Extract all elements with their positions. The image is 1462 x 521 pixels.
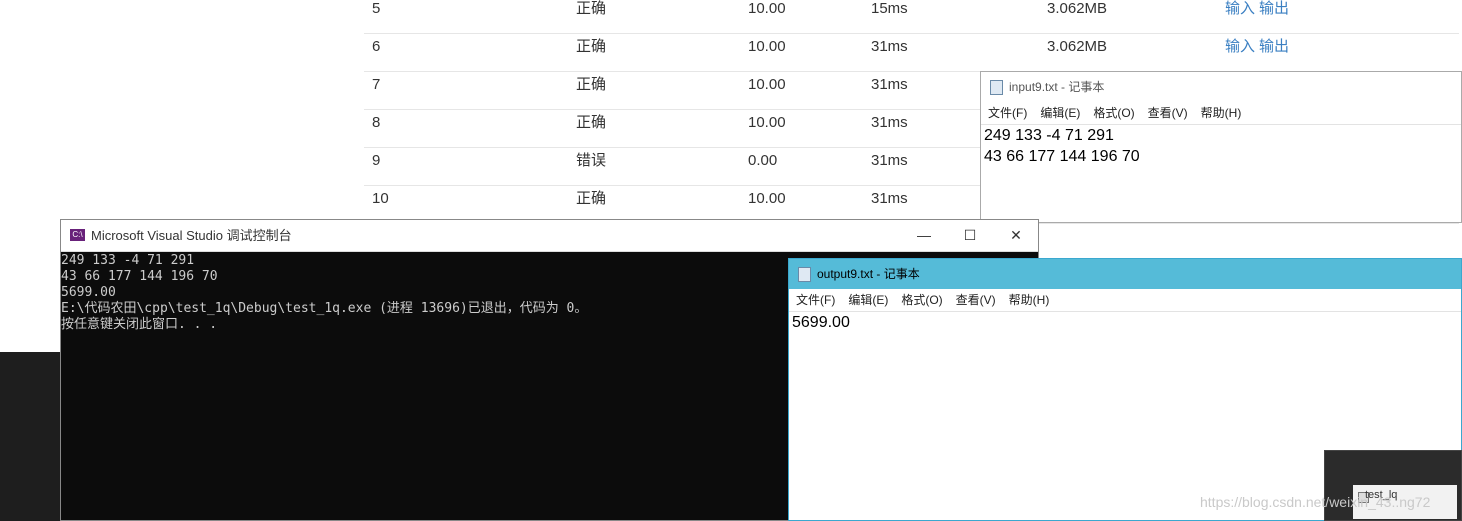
menu-file[interactable]: 文件(F)	[796, 293, 835, 307]
watermark-text: https://blog.csdn.net/weixin_43..ng72	[1200, 494, 1431, 510]
text-line: 5699.00	[792, 314, 850, 331]
notepad-input-window[interactable]: input9.txt - 记事本 文件(F) 编辑(E) 格式(O) 查看(V) 帮助(…	[980, 71, 1462, 223]
test-result: 正确	[576, 0, 607, 17]
input-link[interactable]: 输入	[1225, 0, 1255, 17]
close-button[interactable]: ✕	[993, 220, 1039, 251]
test-score: 10.00	[748, 114, 786, 131]
test-score: 10.00	[748, 38, 786, 55]
menu-edit[interactable]: 编辑(E)	[1040, 106, 1080, 120]
test-case-number: 6	[372, 38, 381, 55]
output-link[interactable]: 输出	[1259, 0, 1289, 17]
test-time: 31ms	[871, 152, 908, 169]
notepad-input-menubar: 文件(F) 编辑(E) 格式(O) 查看(V) 帮助(H)	[981, 102, 1461, 125]
menu-format[interactable]: 格式(O)	[1093, 106, 1134, 120]
console-app-icon: C:\	[70, 229, 85, 241]
menu-edit[interactable]: 编辑(E)	[848, 293, 888, 307]
test-memory: 3.062MB	[1047, 38, 1108, 55]
menu-format[interactable]: 格式(O)	[901, 293, 942, 307]
taskbar-thumbnail[interactable]: test_lq	[1324, 450, 1462, 521]
test-time: 15ms	[871, 0, 908, 17]
menu-help[interactable]: 帮助(H)	[1201, 106, 1242, 120]
test-score: 0.00	[748, 152, 778, 169]
notepad-input-text-area[interactable]: 249 133 -4 71 291 43 66 177 144 196 70	[981, 125, 1461, 167]
background-dark-area	[0, 352, 61, 521]
notepad-output-text-area[interactable]: 5699.00	[789, 312, 1461, 333]
menu-view[interactable]: 查看(V)	[1148, 106, 1188, 120]
test-case-number: 10	[372, 190, 389, 207]
notepad-input-titlebar[interactable]: input9.txt - 记事本	[981, 72, 1461, 102]
notepad-output-titlebar[interactable]: output9.txt - 记事本	[789, 259, 1461, 289]
notepad-output-title: output9.txt - 记事本	[817, 267, 920, 281]
test-result: 正确	[576, 114, 607, 131]
input-link[interactable]: 输入	[1225, 38, 1255, 55]
notepad-output-menubar: 文件(F) 编辑(E) 格式(O) 查看(V) 帮助(H)	[789, 289, 1461, 312]
test-case-number: 8	[372, 114, 381, 131]
output-link[interactable]: 输出	[1259, 38, 1289, 55]
table-row: 5 正确 10.00 15ms 3.062MB 输入 输出	[364, 0, 1459, 34]
test-result: 正确	[576, 190, 607, 207]
test-score: 10.00	[748, 190, 786, 207]
menu-help[interactable]: 帮助(H)	[1009, 293, 1050, 307]
test-time: 31ms	[871, 38, 908, 55]
text-line: 249 133 -4 71 291	[984, 127, 1114, 144]
test-result: 正确	[576, 38, 607, 55]
test-memory: 3.062MB	[1047, 0, 1108, 17]
console-title: Microsoft Visual Studio 调试控制台	[91, 228, 292, 243]
text-line: 43 66 177 144 196 70	[984, 148, 1140, 165]
test-score: 10.00	[748, 0, 786, 17]
test-score: 10.00	[748, 76, 786, 93]
table-row: 6 正确 10.00 31ms 3.062MB 输入 输出	[364, 33, 1459, 72]
notepad-icon	[990, 80, 1003, 95]
test-case-number: 9	[372, 152, 381, 169]
test-time: 31ms	[871, 114, 908, 131]
test-case-number: 5	[372, 0, 381, 17]
maximize-button[interactable]: ☐	[947, 220, 993, 251]
notepad-input-title: input9.txt - 记事本	[1009, 80, 1105, 94]
menu-view[interactable]: 查看(V)	[956, 293, 996, 307]
notepad-icon	[798, 267, 811, 282]
console-titlebar[interactable]: C:\ Microsoft Visual Studio 调试控制台 — ☐ ✕	[61, 220, 1038, 252]
menu-file[interactable]: 文件(F)	[988, 106, 1027, 120]
test-result: 错误	[576, 152, 607, 169]
test-time: 31ms	[871, 76, 908, 93]
minimize-button[interactable]: —	[901, 220, 947, 251]
test-case-number: 7	[372, 76, 381, 93]
test-time: 31ms	[871, 190, 908, 207]
test-result: 正确	[576, 76, 607, 93]
